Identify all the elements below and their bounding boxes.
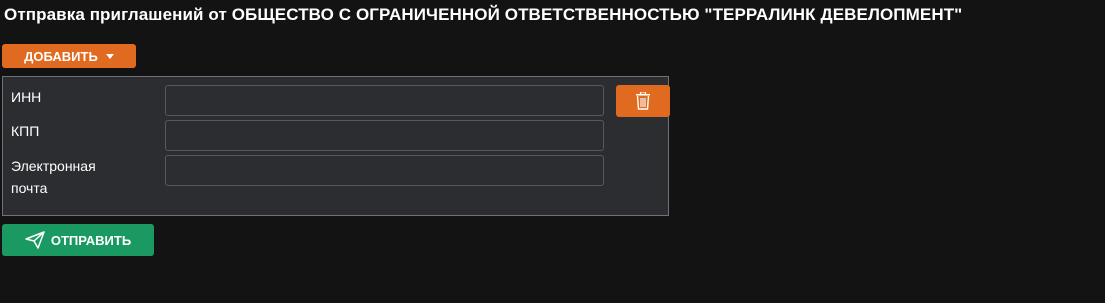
inn-input[interactable] [165, 85, 604, 116]
send-button[interactable]: ОТПРАВИТЬ [2, 224, 154, 256]
email-label-line1: Электронная [11, 158, 96, 174]
inn-label: ИНН [11, 89, 42, 105]
kpp-label: КПП [11, 123, 40, 139]
add-button-label: ДОБАВИТЬ [24, 48, 98, 64]
email-label-line2: почта [11, 180, 48, 196]
email-label: Электронная почта [11, 155, 96, 199]
trash-icon [636, 92, 650, 110]
chevron-down-icon [105, 53, 114, 59]
add-dropdown-button[interactable]: ДОБАВИТЬ [2, 44, 136, 68]
kpp-input[interactable] [165, 120, 604, 151]
paper-plane-icon [25, 231, 45, 249]
send-button-label: ОТПРАВИТЬ [50, 232, 132, 248]
delete-row-button[interactable] [616, 85, 670, 117]
recipient-form-panel: ИНН КПП Электронная почта [2, 76, 670, 216]
page-title: Отправка приглашений от ОБЩЕСТВО С ОГРАН… [4, 5, 963, 24]
email-input[interactable] [165, 155, 604, 186]
